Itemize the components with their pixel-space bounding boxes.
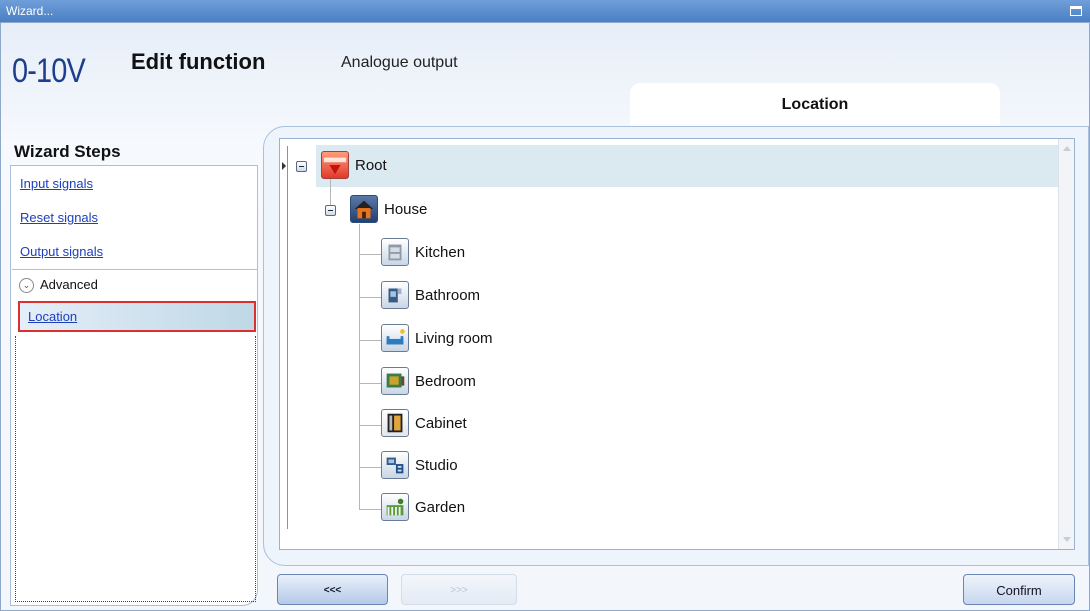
company-logo-icon — [321, 151, 349, 179]
tree-node-bathroom[interactable]: Bathroom — [381, 281, 521, 313]
function-logo: 0-10V — [12, 52, 86, 90]
scroll-up-icon[interactable] — [1063, 146, 1071, 151]
garden-icon — [381, 493, 409, 521]
wizard-steps-panel: Input signals Reset signals Output signa… — [10, 165, 258, 606]
step-location[interactable]: Location — [18, 301, 256, 332]
advanced-section-header[interactable]: ⌄ Advanced — [12, 269, 258, 300]
tree-node-label: Cabinet — [415, 415, 467, 432]
collapse-root-icon[interactable] — [296, 161, 307, 172]
chevron-down-icon[interactable]: ⌄ — [19, 278, 34, 293]
tree-node-living-room[interactable]: Living room — [381, 324, 541, 356]
wizard-steps-title: Wizard Steps — [14, 142, 121, 161]
bedroom-icon — [381, 367, 409, 395]
tree-node-label: Bedroom — [415, 373, 476, 390]
bathroom-icon — [381, 281, 409, 309]
scroll-down-icon[interactable] — [1063, 537, 1071, 542]
cabinet-icon — [381, 409, 409, 437]
tree-node-label: Living room — [415, 330, 493, 347]
living-room-icon — [381, 324, 409, 352]
confirm-button[interactable]: Confirm — [963, 574, 1075, 605]
tree-node-label: Studio — [415, 457, 458, 474]
tree-node-label: Root — [355, 157, 387, 174]
tab-location[interactable]: Location — [630, 83, 1000, 126]
step-output-signals[interactable]: Output signals — [20, 244, 103, 259]
page-title: Edit function — [131, 49, 266, 74]
tree-node-label: Kitchen — [415, 244, 466, 261]
kitchen-icon — [381, 238, 409, 266]
tree-node-bedroom[interactable]: Bedroom — [381, 367, 521, 399]
step-reset-signals[interactable]: Reset signals — [20, 210, 98, 225]
tree-node-label: Bathroom — [415, 287, 481, 304]
tree-node-cabinet[interactable]: Cabinet — [381, 409, 521, 441]
step-input-signals[interactable]: Input signals — [20, 176, 93, 191]
step-location-label[interactable]: Location — [28, 309, 77, 324]
tree-node-garden[interactable]: Garden — [381, 493, 521, 525]
window-titlebar: Wizard... — [0, 0, 1090, 22]
maximize-icon[interactable] — [1070, 6, 1082, 16]
back-button[interactable]: <<< — [277, 574, 388, 605]
collapse-house-icon[interactable] — [325, 205, 336, 216]
tree-scrollbar[interactable] — [1058, 139, 1074, 549]
house-icon — [350, 195, 378, 223]
tree-node-root[interactable]: Root — [321, 151, 441, 183]
tree-node-label: Garden — [415, 499, 466, 516]
tree-node-house[interactable]: House — [350, 195, 490, 227]
window-title: Wizard... — [6, 4, 54, 18]
studio-icon — [381, 451, 409, 479]
next-button[interactable]: >>> — [401, 574, 517, 605]
advanced-label: Advanced — [40, 277, 98, 292]
row-pointer-icon — [282, 162, 286, 170]
tree-node-kitchen[interactable]: Kitchen — [381, 238, 521, 270]
tree-node-label: House — [384, 201, 428, 218]
tree-node-studio[interactable]: Studio — [381, 451, 521, 483]
page-subtitle: Analogue output — [341, 54, 458, 71]
